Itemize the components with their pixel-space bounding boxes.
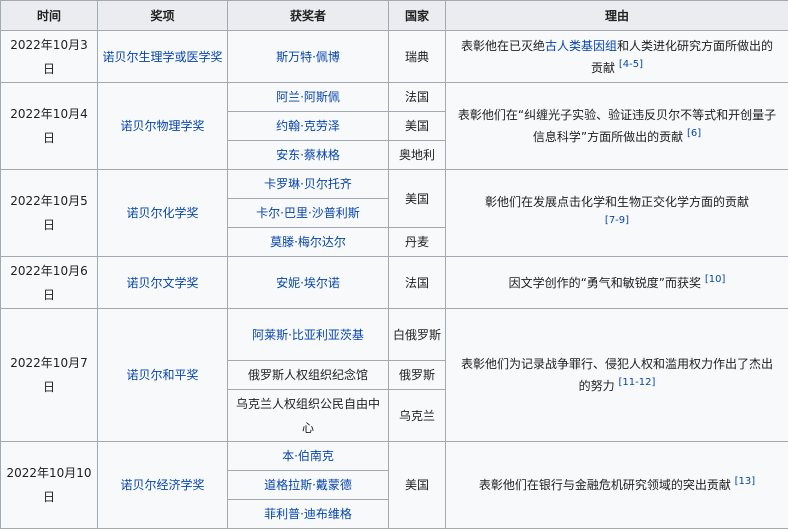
laureate-link[interactable]: 阿莱斯·比亚利亚茨基 [252,328,364,342]
nobel-prize-table: 时间 奖项 获奖者 国家 理由 2022年10月3日 诺贝尔生理学或医学奖 斯万… [0,0,788,529]
country-cell: 白俄罗斯 [388,308,446,361]
reason-cell: 彰他们在发展点击化学和生物正交化学方面的贡献 [7-9] [445,169,788,257]
prize-link[interactable]: 诺贝尔化学奖 [126,206,198,220]
prize-cell: 诺贝尔和平奖 [97,308,228,442]
laureate-link[interactable]: 约翰·克劳泽 [276,119,340,133]
prize-cell: 诺贝尔物理学奖 [97,82,228,170]
country-cell: 法国 [388,82,446,112]
country-cell: 美国 [388,111,446,141]
laureate-link[interactable]: 菲利普·迪布维格 [264,507,352,521]
prize-cell: 诺贝尔生理学或医学奖 [97,30,228,83]
reference-link[interactable]: [7-9] [605,215,629,226]
prize-cell: 诺贝尔经济学奖 [97,441,228,529]
country-cell: 美国 [388,169,446,228]
table-row: 2022年10月3日 诺贝尔生理学或医学奖 斯万特·佩博 瑞典 表彰他在已灭绝古… [0,30,788,83]
award-date: 2022年10月5日 [0,169,98,257]
award-date: 2022年10月7日 [0,308,98,442]
laureate-link[interactable]: 卡尔·巴里·沙普利斯 [256,206,360,220]
award-date: 2022年10月4日 [0,82,98,170]
laureate-link[interactable]: 安东·蔡林格 [276,148,340,162]
header-reason: 理由 [445,0,788,31]
prize-link[interactable]: 诺贝尔生理学或医学奖 [102,50,222,64]
reason-text: 因文学创作的“勇气和敏锐度”而获奖 [508,275,702,290]
table-row: 2022年10月4日 诺贝尔物理学奖 阿兰·阿斯佩 法国 表彰他们在“纠缠光子实… [0,82,788,170]
laureate-cell: 阿莱斯·比亚利亚茨基 [227,308,389,361]
reason-cell: 表彰他在已灭绝古人类基因组和人类进化研究方面所做出的贡献 [4-5] [445,30,788,83]
reason-cell: 表彰他们为记录战争罪行、侵犯人权和滥用权力作出了杰出的努力 [11-12] [445,308,788,442]
country-cell: 法国 [388,256,446,309]
laureate-link[interactable]: 阿兰·阿斯佩 [276,90,340,104]
country-cell: 俄罗斯 [388,360,446,390]
header-laureate: 获奖者 [227,0,389,31]
laureate-cell: 本·伯南克 [227,441,389,471]
award-date: 2022年10月6日 [0,256,98,309]
reason-text: 表彰他们在“纠缠光子实验、验证违反贝尔不等式和开创量子信息科学”方面所做出的贡献 [457,108,777,144]
reason-text: 表彰他在已灭绝 [460,38,545,53]
laureate-cell: 俄罗斯人权组织纪念馆 [227,360,389,390]
laureate-cell: 卡罗琳·贝尔托齐 [227,169,389,199]
award-date: 2022年10月3日 [0,30,98,83]
reason-text: 表彰他们为记录战争罪行、侵犯人权和滥用权力作出了杰出的努力 [460,357,773,393]
table-row: 2022年10月6日 诺贝尔文学奖 安妮·埃尔诺 法国 因文学创作的“勇气和敏锐… [0,256,788,309]
prize-link[interactable]: 诺贝尔经济学奖 [120,478,204,492]
laureate-cell: 安妮·埃尔诺 [227,256,389,309]
prize-link[interactable]: 诺贝尔物理学奖 [120,119,204,133]
laureate-link[interactable]: 本·伯南克 [282,449,334,463]
reason-link[interactable]: 古人类基因组 [545,39,617,53]
laureate-link[interactable]: 莫滕·梅尔达尔 [270,235,346,249]
header-country: 国家 [388,0,446,31]
laureate-cell: 莫滕·梅尔达尔 [227,227,389,257]
reference-link[interactable]: [4-5] [619,59,643,70]
laureate-cell: 乌克兰人权组织公民自由中心 [227,389,389,442]
prize-cell: 诺贝尔文学奖 [97,256,228,309]
reference-link[interactable]: [10] [705,274,726,285]
header-date: 时间 [0,0,98,31]
laureate-cell: 菲利普·迪布维格 [227,499,389,529]
laureate-link[interactable]: 道格拉斯·戴蒙德 [264,478,352,492]
header-prize: 奖项 [97,0,228,31]
reference-link[interactable]: [13] [735,476,756,487]
country-cell: 奥地利 [388,140,446,170]
table-row: 2022年10月10日 诺贝尔经济学奖 本·伯南克 美国 表彰他们在银行与金融危… [0,441,788,529]
prize-link[interactable]: 诺贝尔和平奖 [126,368,198,382]
laureate-link[interactable]: 安妮·埃尔诺 [276,276,340,290]
laureate-cell: 约翰·克劳泽 [227,111,389,141]
country-cell: 乌克兰 [388,389,446,442]
reason-text: 彰他们在发展点击化学和生物正交化学方面的贡献 [484,195,749,209]
country-cell: 美国 [388,441,446,529]
reason-cell: 表彰他们在银行与金融危机研究领域的突出贡献 [13] [445,441,788,529]
reason-cell: 因文学创作的“勇气和敏锐度”而获奖 [10] [445,256,788,309]
laureate-cell: 道格拉斯·戴蒙德 [227,470,389,500]
laureate-cell: 斯万特·佩博 [227,30,389,83]
prize-cell: 诺贝尔化学奖 [97,169,228,257]
table-row: 2022年10月5日 诺贝尔化学奖 卡罗琳·贝尔托齐 美国 彰他们在发展点击化学… [0,169,788,257]
reference-link[interactable]: [6] [687,128,701,139]
laureate-link[interactable]: 斯万特·佩博 [276,50,340,64]
laureate-cell: 阿兰·阿斯佩 [227,82,389,112]
laureate-cell: 安东·蔡林格 [227,140,389,170]
country-cell: 瑞典 [388,30,446,83]
table-row: 2022年10月7日 诺贝尔和平奖 阿莱斯·比亚利亚茨基 白俄罗斯 表彰他们为记… [0,308,788,442]
reason-text: 表彰他们在银行与金融危机研究领域的突出贡献 [478,478,731,492]
laureate-cell: 卡尔·巴里·沙普利斯 [227,198,389,228]
reference-link[interactable]: [11-12] [618,377,655,388]
prize-link[interactable]: 诺贝尔文学奖 [126,276,198,290]
laureate-link[interactable]: 卡罗琳·贝尔托齐 [264,177,352,191]
award-date: 2022年10月10日 [0,441,98,529]
country-cell: 丹麦 [388,227,446,257]
reason-cell: 表彰他们在“纠缠光子实验、验证违反贝尔不等式和开创量子信息科学”方面所做出的贡献… [445,82,788,170]
